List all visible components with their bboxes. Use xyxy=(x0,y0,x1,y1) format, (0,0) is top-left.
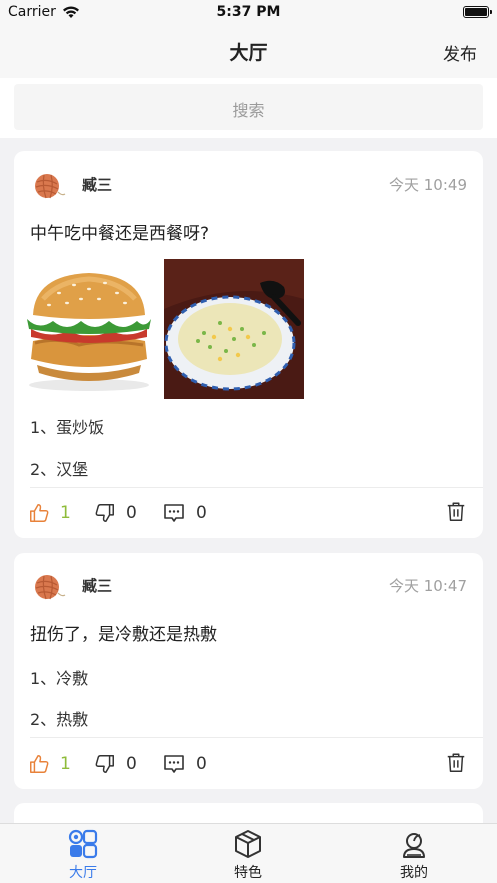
divider xyxy=(30,487,483,488)
post-time: 今天 10:49 xyxy=(389,176,467,194)
search-input[interactable]: 搜索 xyxy=(14,84,483,130)
dislike-button[interactable]: 0 xyxy=(94,753,137,775)
post-time: 今天 10:47 xyxy=(389,577,467,595)
post-card[interactable]: 臧三 今天 10:49 中午吃中餐还是西餐呀? 1、蛋炒饭 2、汉堡 1 0 0 xyxy=(14,151,483,538)
avatar[interactable] xyxy=(32,569,66,603)
cube-icon xyxy=(235,830,261,858)
navigation-bar: 大厅 发布 xyxy=(0,26,497,78)
tab-label: 大厅 xyxy=(69,865,97,881)
tab-profile[interactable]: 我的 xyxy=(374,828,454,882)
post-card[interactable]: 臧三 今天 10:47 扭伤了，是冷敷还是热敷 1、冷敷 2、热敷 1 0 0 xyxy=(14,553,483,789)
like-button[interactable]: 1 xyxy=(28,753,71,775)
tab-features[interactable]: 特色 xyxy=(208,828,288,882)
thumbs-up-icon xyxy=(30,504,49,522)
poll-option[interactable]: 1、蛋炒饭 xyxy=(30,414,104,438)
tab-bar: 大厅 特色 我的 xyxy=(0,823,497,883)
page-title: 大厅 xyxy=(229,42,268,64)
thumbs-down-icon xyxy=(95,504,114,522)
status-bar: Carrier 5:37 PM xyxy=(0,0,497,26)
divider xyxy=(30,737,483,738)
poll-option[interactable]: 2、热敷 xyxy=(30,706,88,730)
post-question: 扭伤了，是冷敷还是热敷 xyxy=(30,625,217,645)
like-button[interactable]: 1 xyxy=(28,502,71,524)
tab-label: 我的 xyxy=(400,865,428,881)
trash-icon[interactable] xyxy=(445,752,467,774)
search-section: 搜索 xyxy=(0,78,497,138)
comment-button[interactable]: 0 xyxy=(162,502,207,524)
publish-button[interactable]: 发布 xyxy=(443,40,477,65)
status-time: 5:37 PM xyxy=(216,4,281,20)
poll-option[interactable]: 2、汉堡 xyxy=(30,456,88,480)
comment-icon xyxy=(164,755,184,773)
trash-icon[interactable] xyxy=(445,501,467,523)
hamburger-image[interactable] xyxy=(19,259,159,399)
tab-hall[interactable]: 大厅 xyxy=(43,828,123,882)
fried-rice-image[interactable] xyxy=(164,259,304,399)
tab-label: 特色 xyxy=(234,865,262,881)
post-username: 臧三 xyxy=(82,577,113,595)
dislike-count: 0 xyxy=(126,503,137,523)
post-question: 中午吃中餐还是西餐呀? xyxy=(30,224,210,244)
poll-option[interactable]: 1、冷敷 xyxy=(30,665,88,689)
comment-button[interactable]: 0 xyxy=(162,753,207,775)
dislike-count: 0 xyxy=(126,754,137,774)
dislike-button[interactable]: 0 xyxy=(94,502,137,524)
like-count: 1 xyxy=(60,754,71,774)
profile-icon xyxy=(403,833,425,858)
comment-count: 0 xyxy=(196,503,207,523)
post-username: 臧三 xyxy=(82,176,113,194)
battery-icon xyxy=(463,6,492,18)
hall-icon xyxy=(68,829,98,859)
comment-count: 0 xyxy=(196,754,207,774)
avatar[interactable] xyxy=(32,168,66,202)
thumbs-up-icon xyxy=(30,755,49,773)
like-count: 1 xyxy=(60,503,71,523)
thumbs-down-icon xyxy=(95,755,114,773)
comment-icon xyxy=(164,504,184,522)
search-placeholder: 搜索 xyxy=(232,101,265,120)
